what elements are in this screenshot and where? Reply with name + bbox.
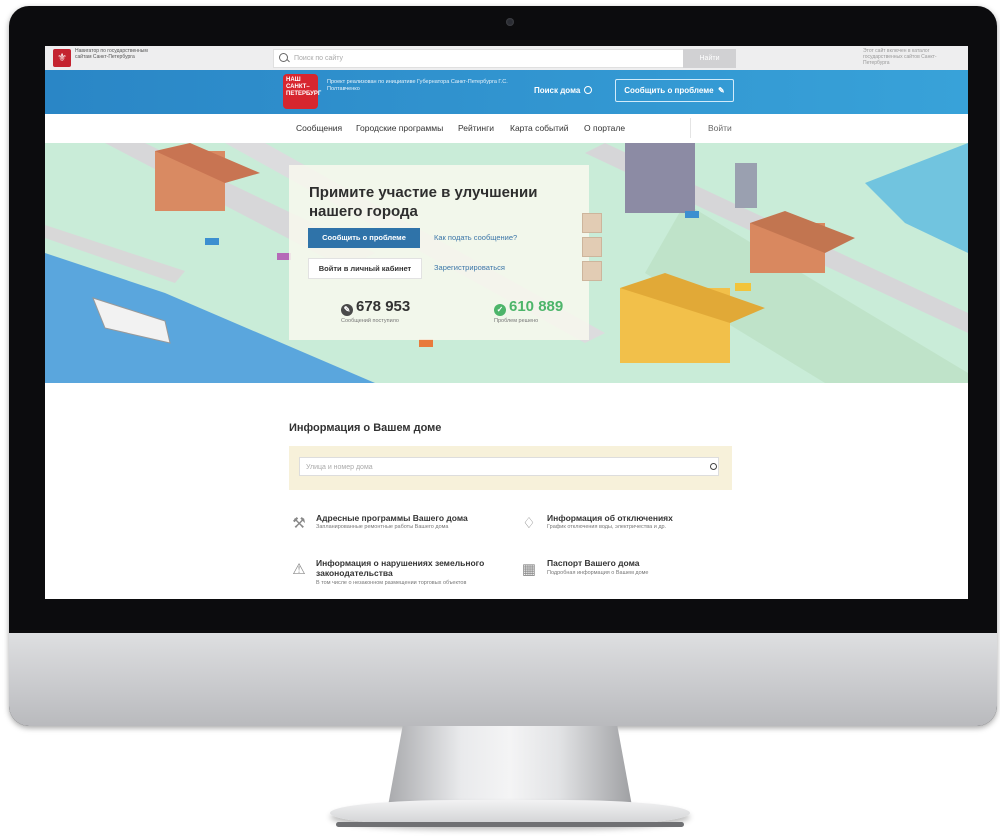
menu-item-programs[interactable]: Городские программы xyxy=(356,123,443,133)
solved-count: 610 889 xyxy=(509,298,564,315)
participation-card: Примите участие в улучшении нашего город… xyxy=(289,165,589,340)
service-land-violations[interactable]: Информация о нарушениях земельного закон… xyxy=(316,558,526,578)
find-home-label: Поиск дома xyxy=(534,86,581,95)
site-search-input[interactable]: Поиск по сайту xyxy=(294,50,343,67)
main-menu: Сообщения Городские программы Рейтинги К… xyxy=(45,114,968,144)
hero-title: Примите участие в улучшении нашего город… xyxy=(309,184,538,220)
service-outages[interactable]: Информация об отключениях xyxy=(547,513,673,523)
pencil-icon: ✎ xyxy=(715,86,725,95)
hero-banner: Примите участие в улучшении нашего город… xyxy=(45,143,968,383)
search-icon xyxy=(584,86,593,94)
messages-caption: Сообщений поступило xyxy=(341,318,399,324)
menu-divider xyxy=(690,118,691,138)
building-icon: ▦ xyxy=(521,561,537,578)
messages-stat: ✎ 678 953 Сообщений поступило xyxy=(341,298,410,324)
service-subtitle: Подробная информация о Вашем доме xyxy=(547,570,649,576)
address-search-box: Улица и номер дома xyxy=(289,446,732,490)
site-search[interactable]: Поиск по сайту xyxy=(273,49,695,68)
service-subtitle: График отключения воды, электричества и … xyxy=(547,524,667,530)
windows-store-icon[interactable] xyxy=(582,261,602,281)
menu-item-messages[interactable]: Сообщения xyxy=(296,123,342,133)
navigator-link[interactable]: Навигатор по государственным сайтам Санк… xyxy=(75,48,155,60)
register-link[interactable]: Зарегистрироваться xyxy=(434,263,505,272)
address-input[interactable]: Улица и номер дома xyxy=(299,457,719,476)
hammer-icon: ⚒ xyxy=(292,515,306,532)
monitor-stand xyxy=(388,726,632,806)
search-icon[interactable] xyxy=(710,463,717,470)
gov-navigator-bar: ⚜ Навигатор по государственным сайтам Са… xyxy=(45,46,968,71)
warning-icon: ⚠ xyxy=(292,561,306,578)
pencil-icon: ✎ xyxy=(341,304,353,316)
find-home-link[interactable]: Поиск дома xyxy=(534,86,593,95)
logo-line: НАШ xyxy=(286,77,301,83)
service-subtitle: Запланированные ремонтные работы Вашего … xyxy=(316,524,449,530)
logo-line: ПЕТЕРБУРГ xyxy=(286,91,322,97)
drop-icon: ♢ xyxy=(522,515,536,532)
how-to-report-link[interactable]: Как подать сообщение? xyxy=(434,233,517,242)
google-play-icon[interactable] xyxy=(582,237,602,257)
logo-line: САНКТ– xyxy=(286,84,310,90)
site-search-button[interactable]: Найти xyxy=(683,49,736,68)
service-subtitle: В том числе о незаконном размещении торг… xyxy=(316,580,467,586)
menu-item-about[interactable]: О портале xyxy=(584,123,625,133)
service-house-passport[interactable]: Паспорт Вашего дома xyxy=(547,558,640,568)
report-problem-label: Сообщить о проблеме xyxy=(624,86,714,95)
report-problem-header-button[interactable]: Сообщить о проблеме ✎ xyxy=(615,79,734,102)
search-icon xyxy=(279,53,288,62)
site-header: НАШ САНКТ– ПЕТЕРБУРГ Проект реализован п… xyxy=(45,70,968,114)
solved-caption: Проблем решено xyxy=(494,318,539,324)
apple-store-icon[interactable] xyxy=(582,213,602,233)
spb-flag-icon: ⚜ xyxy=(53,49,71,67)
service-address-programs[interactable]: Адресные программы Вашего дома xyxy=(316,513,468,523)
messages-count: 678 953 xyxy=(356,298,411,315)
house-info-title: Информация о Вашем доме xyxy=(289,422,442,434)
catalog-note: Этот сайт включен в каталог государствен… xyxy=(863,48,937,66)
site-logo[interactable]: НАШ САНКТ– ПЕТЕРБУРГ xyxy=(283,74,322,109)
login-link[interactable]: Войти xyxy=(708,123,732,133)
menu-item-events-map[interactable]: Карта событий xyxy=(510,123,569,133)
camera-icon xyxy=(506,18,514,26)
project-note: Проект реализован по инициативе Губернат… xyxy=(327,79,508,92)
browser-screen: ⚜ Навигатор по государственным сайтам Са… xyxy=(45,46,968,599)
report-problem-button[interactable]: Сообщить о проблеме xyxy=(308,228,420,248)
solved-stat: ✓ 610 889 Проблем решено xyxy=(494,298,563,324)
personal-cabinet-button[interactable]: Войти в личный кабинет xyxy=(308,258,422,279)
monitor-chin xyxy=(9,633,997,726)
monitor-foot-edge xyxy=(336,822,684,827)
menu-item-ratings[interactable]: Рейтинги xyxy=(458,123,494,133)
check-icon: ✓ xyxy=(494,304,506,316)
